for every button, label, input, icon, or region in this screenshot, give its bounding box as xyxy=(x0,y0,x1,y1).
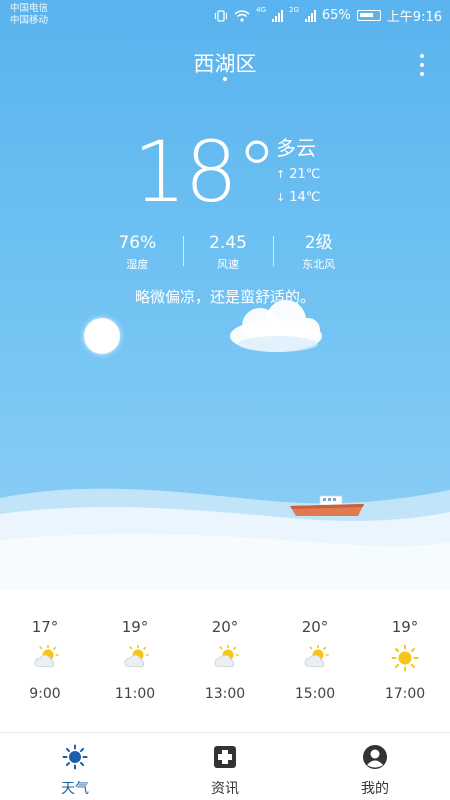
partly-sunny-icon xyxy=(304,644,329,668)
hourly-temp: 20° xyxy=(301,618,329,636)
signal-1-icon xyxy=(272,9,283,22)
partly-sunny-icon xyxy=(34,644,59,668)
sunny-icon xyxy=(391,644,419,672)
low-temperature: ↓ 14℃ xyxy=(276,190,320,205)
wind-direction-label: 东北风 xyxy=(302,258,336,271)
carrier-info: 中国电信 中国移动 xyxy=(10,3,48,27)
partly-sunny-icon xyxy=(124,644,149,668)
carrier-1: 中国电信 xyxy=(10,3,49,14)
low-temp-value: 14℃ xyxy=(289,190,321,205)
current-temperature: 18° xyxy=(133,123,278,221)
nav-item-profile[interactable]: 我的 xyxy=(300,736,450,800)
boat-illustration xyxy=(290,495,364,516)
signal-2-icon xyxy=(304,9,316,22)
arrow-down-icon: ↓ xyxy=(276,191,286,204)
arrow-up-icon: ↑ xyxy=(276,168,286,181)
network-2-label: 2G xyxy=(289,6,299,14)
hourly-temp: 20° xyxy=(211,618,239,636)
high-temperature: ↑ 21℃ xyxy=(276,167,320,182)
hourly-forecast: 17° 9:00 19° 11:00 20° 13:00 20° 15:00 19° 17:00 xyxy=(0,590,450,730)
sun-illustration xyxy=(84,318,120,354)
network-1-label: 4G xyxy=(256,6,266,14)
battery-icon xyxy=(356,10,381,21)
hourly-temp: 17° xyxy=(31,618,59,636)
location-title[interactable]: 西湖区 xyxy=(0,48,450,78)
cloud-illustration xyxy=(230,300,322,352)
nav-label-news: 资讯 xyxy=(211,781,239,797)
hourly-time: 11:00 xyxy=(114,686,156,702)
sea-waves-illustration xyxy=(0,488,450,590)
weather-description: 略微偏凉，还是蛮舒适的。 xyxy=(134,288,315,306)
news-icon xyxy=(214,746,236,768)
wind-speed-label: 风速 xyxy=(217,258,239,271)
wind-speed-value: 2.45 xyxy=(209,233,247,253)
clock: 上午9:16 xyxy=(386,10,442,25)
wifi-icon xyxy=(234,9,250,22)
status-icons: 4G 2G 65% 上午9:16 xyxy=(214,6,442,25)
hourly-time: 15:00 xyxy=(294,686,336,702)
hourly-temp: 19° xyxy=(121,618,149,636)
weather-condition: 多云 xyxy=(276,136,316,160)
nav-item-news[interactable]: 资讯 xyxy=(150,736,300,800)
nav-label-profile: 我的 xyxy=(361,781,389,797)
partly-sunny-icon xyxy=(214,644,239,668)
hourly-temp: 19° xyxy=(391,618,419,636)
wind-speed-stat: 2.45 风速 xyxy=(182,232,274,272)
wind-level-stat: 2级 东北风 xyxy=(273,232,364,272)
humidity-stat: 76% 湿度 xyxy=(92,232,183,272)
more-menu-icon[interactable] xyxy=(418,54,426,76)
battery-percent: 65% xyxy=(321,8,351,23)
profile-icon xyxy=(363,745,387,769)
weather-sun-icon xyxy=(62,744,88,770)
wind-level-value: 2级 xyxy=(304,233,333,253)
hourly-time: 13:00 xyxy=(204,686,246,702)
humidity-value: 76% xyxy=(118,233,157,253)
hourly-time: 17:00 xyxy=(384,686,426,702)
status-bar: 中国电信 中国移动 4G 2G 65% 上午9:16 xyxy=(0,0,450,32)
vibrate-icon xyxy=(215,9,228,22)
divider xyxy=(0,732,450,733)
bottom-navigation: 天气 资讯 我的 xyxy=(0,736,450,800)
page-indicator-dot xyxy=(223,77,227,81)
nav-label-weather: 天气 xyxy=(61,781,89,797)
nav-item-weather[interactable]: 天气 xyxy=(0,736,150,800)
weather-background: 中国电信 中国移动 4G 2G 65% 上午9:16 西湖区 18° 多云 ↑ … xyxy=(0,0,450,590)
high-temp-value: 21℃ xyxy=(289,167,321,182)
hourly-time: 9:00 xyxy=(29,686,61,702)
weather-stats: 76% 湿度 2.45 风速 2级 东北风 xyxy=(92,232,364,272)
carrier-2: 中国移动 xyxy=(10,15,49,26)
humidity-label: 湿度 xyxy=(126,258,149,271)
